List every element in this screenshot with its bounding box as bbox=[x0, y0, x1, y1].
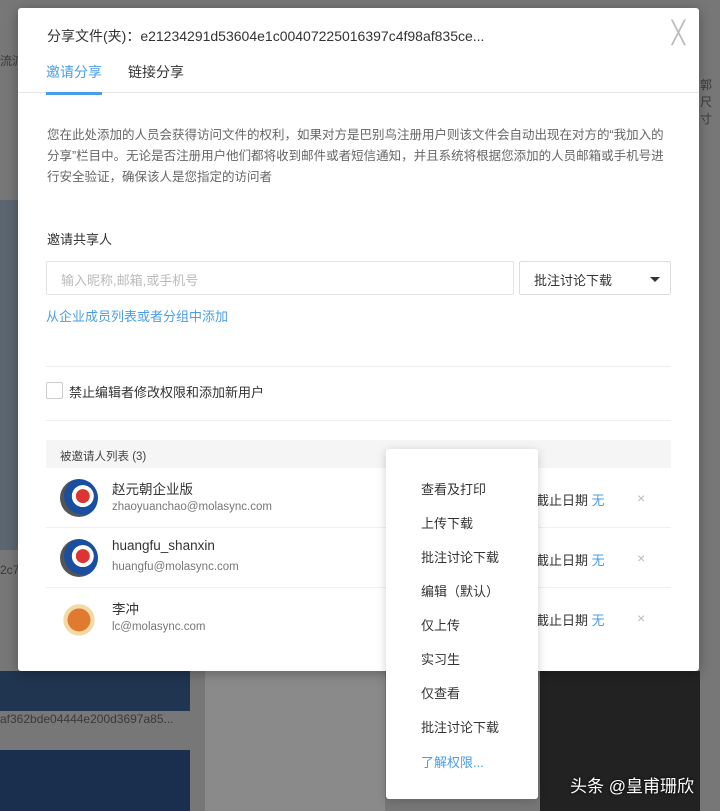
remove-icon[interactable]: × bbox=[637, 490, 645, 506]
expiry-value[interactable]: 无 bbox=[592, 553, 605, 568]
invitee-email: zhaoyuanchao@molasync.com bbox=[112, 501, 272, 513]
invitee-row: 李冲 lc@molasync.com 截止日期 无 × bbox=[46, 588, 671, 648]
expiry-value[interactable]: 无 bbox=[592, 613, 605, 628]
invitee-row: 赵元朝企业版 zhaoyuanchao@molasync.com 截止日期 无 … bbox=[46, 468, 671, 528]
close-icon[interactable]: ╳ bbox=[672, 22, 685, 44]
tab-bar: 邀请分享 链接分享 bbox=[18, 60, 699, 95]
dialog-title: 分享文件(夹)：e21234291d53604e1c00407225016397… bbox=[47, 28, 485, 44]
tab-invite-share[interactable]: 邀请分享 bbox=[46, 62, 102, 95]
background-thumbnail bbox=[0, 671, 190, 711]
description-text: 您在此处添加的人员会获得访问文件的权利，如果对方是巴别鸟注册用户则该文件会自动出… bbox=[47, 128, 664, 184]
invitee-email: huangfu@molasync.com bbox=[112, 561, 239, 573]
invitee-email: lc@molasync.com bbox=[112, 621, 206, 633]
avatar bbox=[60, 539, 98, 577]
expiry-label: 截止日期 bbox=[536, 613, 589, 628]
menu-item-intern[interactable]: 实习生 bbox=[421, 649, 460, 668]
permission-select[interactable]: 批注讨论下载 bbox=[519, 261, 671, 295]
invitee-row: huangfu_shanxin huangfu@molasync.com 截止日… bbox=[46, 528, 671, 588]
invitee-name: huangfu_shanxin bbox=[112, 538, 215, 553]
invitee-list-header: 被邀请人列表 (3) bbox=[46, 440, 671, 468]
background-thumbnail bbox=[205, 671, 385, 811]
restrict-editors-checkbox[interactable] bbox=[46, 382, 63, 399]
expiry-label: 截止日期 bbox=[536, 553, 589, 568]
avatar bbox=[60, 479, 98, 517]
menu-item-view-print[interactable]: 查看及打印 bbox=[421, 479, 486, 498]
divider bbox=[46, 366, 671, 367]
expiry-value[interactable]: 无 bbox=[592, 493, 605, 508]
background-text: 郭尺寸 bbox=[700, 78, 713, 126]
restrict-editors-label[interactable]: 禁止编辑者修改权限和添加新用户 bbox=[69, 382, 264, 401]
invite-input[interactable]: 输入昵称,邮箱,或手机号 bbox=[46, 261, 514, 295]
invitee-name: 赵元朝企业版 bbox=[112, 482, 193, 497]
invite-label: 邀请共享人 bbox=[47, 232, 113, 247]
menu-item-comment-download[interactable]: 批注讨论下载 bbox=[421, 547, 499, 566]
expiry: 截止日期 无 bbox=[536, 490, 605, 509]
divider bbox=[46, 420, 671, 421]
remove-icon[interactable]: × bbox=[637, 610, 645, 626]
background-thumbnail bbox=[0, 200, 18, 550]
menu-item-edit-default[interactable]: 编辑（默认） bbox=[421, 581, 499, 600]
watermark: 头条 @皇甫珊欣 bbox=[570, 777, 694, 796]
avatar bbox=[60, 599, 98, 637]
permission-dropdown-menu: 查看及打印 上传下载 批注讨论下载 编辑（默认） 仅上传 实习生 仅查看 批注讨… bbox=[386, 449, 538, 799]
share-dialog: 分享文件(夹)：e21234291d53604e1c00407225016397… bbox=[18, 8, 699, 671]
expiry-label: 截止日期 bbox=[536, 493, 589, 508]
learn-permissions-link[interactable]: 了解权限... bbox=[421, 752, 484, 771]
menu-item-comment-download-2[interactable]: 批注讨论下载 bbox=[421, 717, 499, 736]
add-from-org-link[interactable]: 从企业成员列表或者分组中添加 bbox=[46, 306, 228, 325]
menu-item-upload-download[interactable]: 上传下载 bbox=[421, 513, 473, 532]
background-thumbnail bbox=[0, 750, 190, 811]
invitee-name: 李冲 bbox=[112, 602, 139, 617]
expiry: 截止日期 无 bbox=[536, 550, 605, 569]
remove-icon[interactable]: × bbox=[637, 550, 645, 566]
background-text: 2c7 bbox=[0, 563, 20, 577]
tab-link-share[interactable]: 链接分享 bbox=[128, 62, 184, 92]
caret-down-icon bbox=[650, 277, 660, 282]
permission-select-value: 批注讨论下载 bbox=[534, 273, 613, 288]
menu-item-upload-only[interactable]: 仅上传 bbox=[421, 615, 460, 634]
menu-item-view-only[interactable]: 仅查看 bbox=[421, 683, 460, 702]
expiry: 截止日期 无 bbox=[536, 610, 605, 629]
background-filename: af362bde04444e200d3697a85... bbox=[0, 712, 174, 726]
